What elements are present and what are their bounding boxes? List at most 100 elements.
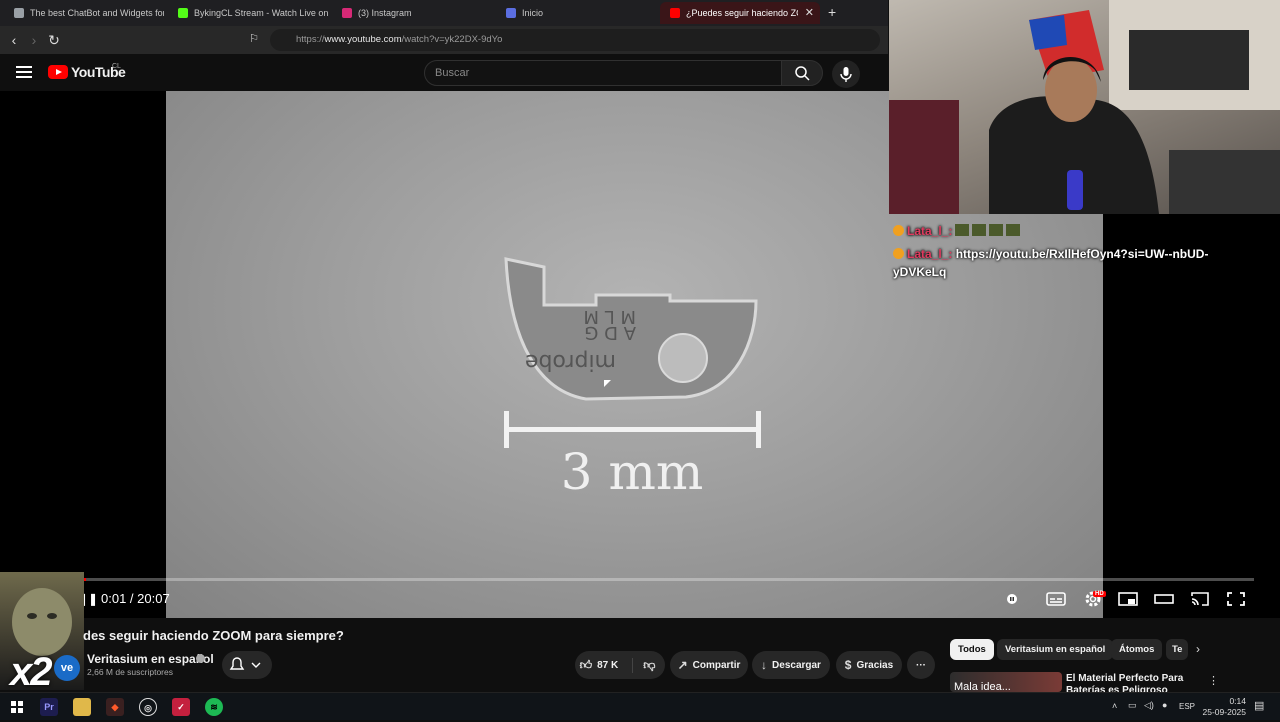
premiere-icon[interactable]: Pr [40, 698, 58, 716]
autoplay-toggle[interactable] [1005, 590, 1027, 608]
tab-label: (3) Instagram [358, 8, 412, 18]
like-count[interactable]: 87 K [597, 660, 618, 671]
streamer-webcam [889, 0, 1280, 214]
chip-partial[interactable]: Te [1166, 639, 1188, 660]
mic-tray-icon[interactable]: ● [1162, 700, 1167, 710]
menu-icon[interactable] [16, 66, 32, 78]
network-icon[interactable]: ▭ [1128, 700, 1137, 711]
tab-label: The best ChatBot and Widgets for Kick [30, 8, 164, 18]
instagram-favicon-icon [342, 8, 352, 18]
recommended-title[interactable]: El Material Perfecto Para Baterías es Pe… [1066, 673, 1206, 693]
thumbs-up-icon[interactable]: 👍︎ [580, 658, 593, 673]
download-label: Descargar [772, 659, 821, 671]
youtube-header: YouTube CL Buscar [0, 54, 888, 91]
theater-mode-button[interactable] [1153, 590, 1175, 608]
scale-bar [506, 427, 758, 432]
chat-username: Lata_l_: [907, 247, 953, 261]
close-tab-icon[interactable]: ✕ [805, 6, 814, 19]
browser-tab[interactable]: (3) Instagram [332, 2, 496, 24]
spotify-icon[interactable]: ≋ [205, 698, 223, 716]
tray-chevron-icon[interactable]: ˄ [1112, 701, 1117, 711]
tab-label: Inicio [522, 8, 544, 18]
chip-channel[interactable]: Veritasium en español [997, 639, 1114, 660]
svg-text:miprobe: miprobe [525, 349, 616, 374]
time-current: 0:01 [101, 591, 127, 606]
browser-tab[interactable]: BykingCL Stream - Watch Live on [168, 2, 328, 24]
file-explorer-icon[interactable] [73, 698, 91, 716]
more-actions-button[interactable]: ··· [907, 651, 935, 679]
progress-bar[interactable] [84, 578, 1254, 581]
chat-message: Lata_l_: https://youtu.be/RxIlHefOyn4?si… [889, 245, 1229, 281]
brave-browser-icon[interactable]: ◆ [106, 698, 124, 716]
miniplayer-button[interactable] [1117, 590, 1139, 608]
search-button[interactable] [781, 60, 823, 86]
windows-taskbar: Pr ◆ ◎ ✓ ≋ ˄ ▭ ◁) ● ESP 0:14 25-09-2025 … [0, 692, 1280, 720]
more-vert-icon[interactable]: ⋮ [1208, 674, 1219, 687]
chip-atomos[interactable]: Átomos [1111, 639, 1163, 660]
emote-icon [1006, 224, 1021, 236]
app-icon[interactable]: ✓ [172, 698, 190, 716]
microphone-icon [840, 67, 852, 82]
language-indicator[interactable]: ESP [1179, 702, 1195, 711]
notifications-button[interactable] [222, 651, 272, 679]
youtube-favicon-icon [670, 8, 680, 18]
download-button[interactable]: ↓ Descargar [752, 651, 830, 679]
emote-icon [972, 224, 987, 236]
cast-button[interactable] [1189, 590, 1211, 608]
voice-search-button[interactable] [832, 60, 860, 88]
share-label: Compartir [692, 659, 741, 671]
channel-name[interactable]: Veritasium en español [87, 652, 214, 666]
bookmark-icon[interactable]: ⚐ [246, 32, 262, 45]
back-arrow-icon[interactable]: ‹ [6, 32, 22, 48]
new-tab-button[interactable]: + [828, 4, 836, 20]
browser-tab-active[interactable]: ¿Puedes seguir haciendo ZOOM para siempr… [660, 2, 820, 24]
time-display: 0:01 / 20:07 [101, 591, 170, 606]
obs-icon[interactable]: ◎ [139, 698, 157, 716]
cast-icon [1191, 592, 1209, 606]
kick-favicon-icon [178, 8, 188, 18]
search-icon [795, 66, 810, 81]
subtitles-icon [1046, 592, 1066, 606]
country-code: CL [112, 63, 121, 70]
browser-tab[interactable]: Inicio [496, 2, 656, 24]
thanks-button[interactable]: $ Gracias [836, 651, 902, 679]
emote-icon [955, 224, 970, 236]
browser-tab[interactable]: The best ChatBot and Widgets for Kick [4, 2, 164, 24]
mouse-cursor-icon [604, 380, 611, 387]
chip-todos[interactable]: Todos [950, 639, 994, 660]
thanks-label: Gracias [856, 659, 894, 671]
clock-time: 0:14 [1229, 696, 1246, 706]
subtitles-button[interactable] [1045, 590, 1067, 608]
search-input[interactable]: Buscar [424, 60, 782, 86]
tab-label: BykingCL Stream - Watch Live on [194, 8, 328, 18]
thumbs-down-icon[interactable]: 👎︎ [632, 657, 655, 673]
fullscreen-button[interactable] [1225, 590, 1247, 608]
recommended-thumbnail[interactable]: Mala idea... [950, 672, 1062, 692]
progress-fill [84, 578, 86, 581]
verified-check-icon [196, 654, 205, 663]
windows-start-icon[interactable] [8, 698, 26, 716]
url-domain: www.youtube.com [324, 34, 402, 45]
share-icon: ↗ [677, 658, 688, 672]
channel-avatar[interactable]: ve [54, 655, 80, 681]
inicio-favicon-icon [506, 8, 516, 18]
url-field[interactable]: https://www.youtube.com/watch?v=yk22DX-9… [270, 29, 880, 51]
forward-arrow-icon[interactable]: › [26, 32, 42, 48]
clock[interactable]: 0:14 25-09-2025 [1203, 696, 1246, 718]
like-dislike-group: 👍︎ 87 K 👎︎ [575, 651, 665, 679]
volume-icon[interactable]: ◁) [1144, 700, 1154, 711]
browser-tab-strip: The best ChatBot and Widgets for Kick By… [0, 0, 888, 26]
miniplayer-icon [1118, 592, 1138, 606]
sub-badge-icon [893, 248, 904, 259]
chevron-right-icon[interactable]: › [1196, 642, 1200, 656]
thumbnail-text: Mala idea... [954, 681, 1011, 692]
notifications-icon[interactable]: ▤ [1254, 699, 1264, 712]
autoplay-toggle-icon [1006, 594, 1026, 604]
chat-username: Lata_l_: [907, 224, 953, 238]
chat-overlay: Lata_l_: Lata_l_: https://youtu.be/RxIlH… [889, 214, 1280, 304]
url-prefix: https:// [296, 34, 325, 45]
address-bar-row: ‹ › ↻ ⚐ https://www.youtube.com/watch?v=… [0, 26, 888, 54]
subscriber-count: 2,66 M de suscriptores [87, 667, 173, 677]
share-button[interactable]: ↗ Compartir [670, 651, 748, 679]
reload-icon[interactable]: ↻ [46, 32, 62, 49]
